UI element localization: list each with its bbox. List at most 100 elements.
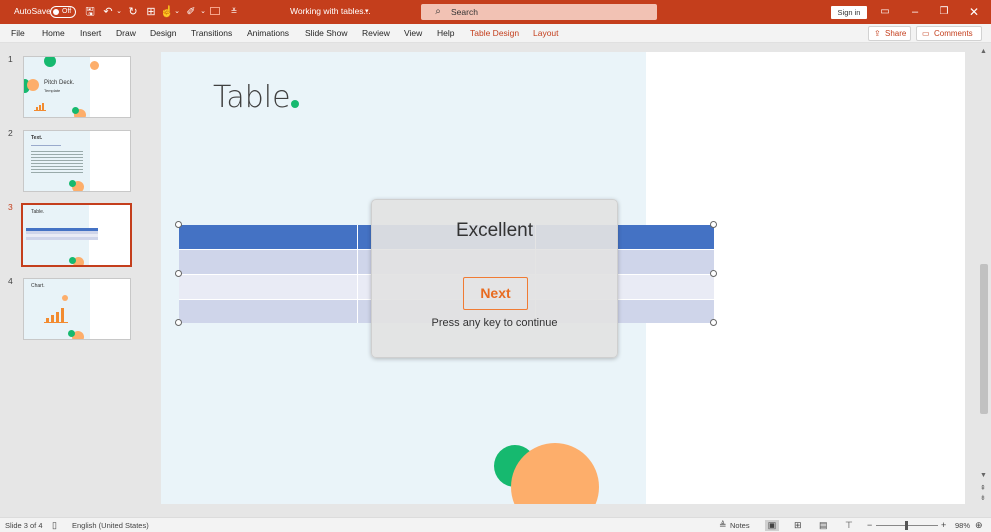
resize-handle[interactable] <box>175 221 182 228</box>
slide-sorter-icon[interactable]: ⊞ <box>794 520 802 531</box>
language-indicator[interactable]: English (United States) <box>72 521 149 530</box>
shape-icon[interactable] <box>208 5 222 19</box>
table-column-divider <box>357 225 358 323</box>
redo-icon[interactable]: ↻ <box>126 5 140 19</box>
touch-dropdown-icon[interactable]: ⌄ <box>170 5 184 19</box>
next-slide-icon[interactable]: ⇟ <box>980 494 986 502</box>
thumbnail-slide-1[interactable]: Pitch Deck. Template <box>23 56 131 118</box>
resize-handle[interactable] <box>175 319 182 326</box>
title-dropdown-icon[interactable]: ▾ <box>365 7 369 15</box>
tab-insert[interactable]: Insert <box>80 28 101 38</box>
tab-file[interactable]: File <box>11 28 25 38</box>
green-circle <box>72 107 79 114</box>
restore-icon[interactable]: ❐ <box>937 5 951 19</box>
accessibility-icon[interactable]: ▯ <box>52 520 57 531</box>
mini-chart <box>44 304 68 323</box>
zoom-in-icon[interactable]: + <box>941 520 946 530</box>
slideshow-icon[interactable]: ⊤ <box>845 520 853 531</box>
autosave-state: Off <box>62 8 72 15</box>
tab-help[interactable]: Help <box>437 28 454 38</box>
dialog-hint: Press any key to continue <box>431 317 558 329</box>
notes-button[interactable]: Notes <box>730 521 750 530</box>
comment-icon: ▭ <box>922 29 930 38</box>
scrollbar-thumb[interactable] <box>980 264 988 414</box>
mini-chart <box>34 103 46 111</box>
document-title[interactable]: Working with tables... <box>290 6 371 16</box>
tab-layout[interactable]: Layout <box>533 28 559 38</box>
search-icon: ⌕ <box>435 6 441 17</box>
zoom-slider-thumb[interactable] <box>905 521 908 530</box>
title-dot <box>291 100 299 108</box>
share-icon: ⇪ <box>874 29 881 38</box>
resize-handle[interactable] <box>710 319 717 326</box>
share-label: Share <box>885 29 907 38</box>
thumbnail-number: 3 <box>8 202 13 212</box>
tab-review[interactable]: Review <box>362 28 390 38</box>
orange-circle <box>90 61 99 70</box>
close-icon[interactable]: ✕ <box>967 5 981 19</box>
resize-handle[interactable] <box>175 270 182 277</box>
sign-in-button[interactable]: Sign in <box>831 6 867 19</box>
thumbnail-slide-4[interactable]: Chart. <box>23 278 131 340</box>
next-button[interactable]: Next <box>463 277 528 310</box>
orange-circle <box>27 79 39 91</box>
search-box[interactable]: ⌕ Search <box>421 4 657 20</box>
tab-transitions[interactable]: Transitions <box>191 28 232 38</box>
feedback-dialog: Excellent Next Press any key to continue <box>371 199 618 358</box>
notes-icon[interactable]: ≜ <box>719 520 727 531</box>
thumbnail-number: 2 <box>8 128 13 138</box>
thumbnail-title: Chart. <box>31 283 45 289</box>
share-button[interactable]: ⇪ Share <box>868 26 911 41</box>
previous-slide-icon[interactable]: ⇞ <box>980 484 986 492</box>
present-icon[interactable]: ⊞ <box>144 5 158 19</box>
reading-view-icon[interactable]: ▤ <box>819 520 828 531</box>
comments-label: Comments <box>934 29 973 38</box>
thumbnail-title: Table. <box>31 209 45 215</box>
zoom-level[interactable]: 98% <box>955 521 970 530</box>
scroll-up-icon[interactable]: ▲ <box>980 48 987 55</box>
tab-table-design[interactable]: Table Design <box>470 28 519 38</box>
orange-circle <box>62 295 68 301</box>
zoom-slider[interactable] <box>876 521 938 530</box>
autosave-label: AutoSave <box>14 6 51 16</box>
tab-design[interactable]: Design <box>150 28 176 38</box>
dialog-title: Excellent <box>455 220 534 241</box>
save-icon[interactable]: 🖫 <box>83 5 97 19</box>
thumbnail-title: Text. <box>31 135 43 141</box>
fit-to-window-icon[interactable]: ⊕ <box>975 520 983 531</box>
ribbon-display-icon[interactable]: ▭ <box>878 5 892 19</box>
autosave-toggle[interactable]: Off <box>50 6 76 18</box>
slide-thumbnails-pane: 1 Pitch Deck. Template 2 Text. 3 Table. <box>0 44 146 517</box>
thumbnail-number: 4 <box>8 276 13 286</box>
normal-view-icon[interactable]: ▣ <box>765 520 779 531</box>
slide-title[interactable]: Table <box>213 80 291 115</box>
tab-view[interactable]: View <box>404 28 422 38</box>
minimize-icon[interactable]: – <box>908 5 922 19</box>
zoom-out-icon[interactable]: − <box>867 520 872 530</box>
scroll-down-icon[interactable]: ▼ <box>980 472 987 479</box>
thumbnail-text-lines <box>31 151 83 175</box>
thumbnail-slide-3[interactable]: Table. <box>21 203 132 267</box>
vertical-scrollbar[interactable]: ▲ ▼ ⇞ ⇟ <box>977 44 991 517</box>
thumbnail-title: Pitch Deck. <box>44 80 75 86</box>
customize-toolbar-icon[interactable]: ≚ <box>227 5 241 19</box>
comments-button[interactable]: ▭ Comments <box>916 26 982 41</box>
search-placeholder: Search <box>451 7 478 17</box>
resize-handle[interactable] <box>710 270 717 277</box>
tab-animations[interactable]: Animations <box>247 28 289 38</box>
thumbnail-number: 1 <box>8 54 13 64</box>
status-bar: Slide 3 of 4 ▯ English (United States) ≜… <box>0 517 991 532</box>
tab-slide-show[interactable]: Slide Show <box>305 28 348 38</box>
green-circle <box>69 257 76 264</box>
green-circle <box>68 330 75 337</box>
resize-handle[interactable] <box>710 221 717 228</box>
tab-draw[interactable]: Draw <box>116 28 136 38</box>
undo-dropdown-icon[interactable]: ⌄ <box>112 5 126 19</box>
green-circle <box>69 180 76 187</box>
title-bar: AutoSave Off 🖫 ↶ ⌄ ↻ ⊞ ☝ ⌄ ✐ ⌄ ≚ Working… <box>0 0 991 24</box>
thumbnail-slide-2[interactable]: Text. <box>23 130 131 192</box>
slide-counter: Slide 3 of 4 <box>5 521 43 530</box>
ribbon-tabs: File Home Insert Draw Design Transitions… <box>0 24 991 43</box>
thumbnail-subtitle: Template <box>44 88 61 93</box>
tab-home[interactable]: Home <box>42 28 65 38</box>
